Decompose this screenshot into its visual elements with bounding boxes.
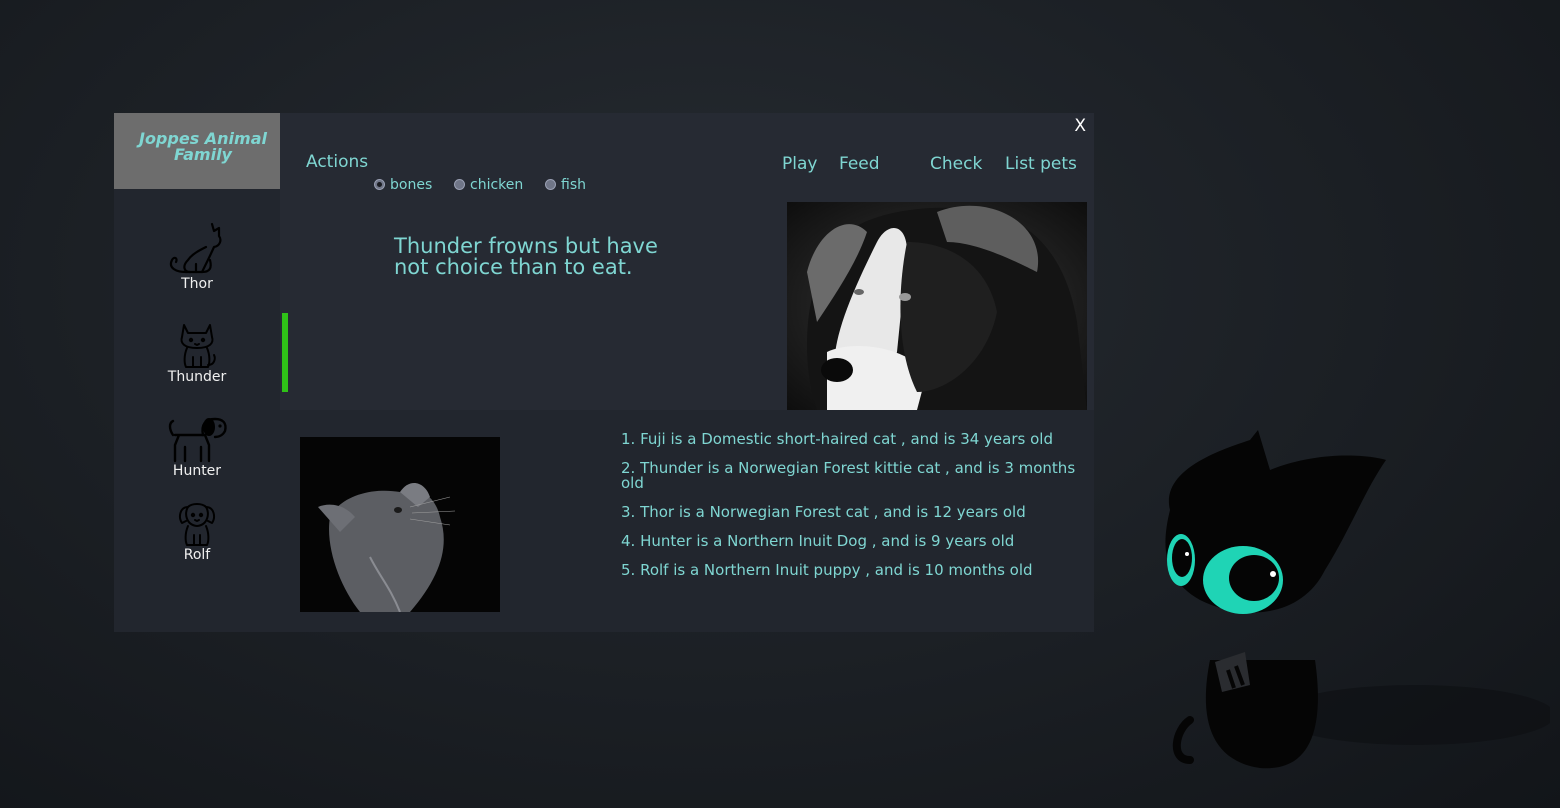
pet-name-label: Thunder — [167, 369, 227, 385]
radio-selected-icon — [374, 178, 385, 190]
radio-icon — [454, 178, 465, 190]
close-button[interactable]: X — [1074, 116, 1086, 136]
radio-label: fish — [561, 177, 586, 193]
sidebar-pet-hunter[interactable]: Hunter — [114, 415, 280, 479]
dog-photo — [787, 202, 1087, 410]
menu-check[interactable]: Check — [930, 154, 982, 174]
brand-line-2: Family — [174, 145, 232, 164]
list-item: 4. Hunter is a Northern Inuit Dog , and … — [621, 532, 1015, 550]
sitting-cat-icon — [169, 222, 222, 274]
cat-photo — [300, 437, 500, 612]
list-item: 3. Thor is a Norwegian Forest cat , and … — [621, 503, 1026, 521]
sidebar-pet-thor[interactable]: Thor — [114, 220, 280, 292]
actions-label: Actions — [306, 152, 369, 172]
radio-bones[interactable]: bones — [374, 177, 432, 193]
kitten-icon — [180, 324, 216, 368]
pet-name-label: Thor — [181, 276, 213, 292]
sidebar-pet-thunder[interactable]: Thunder — [114, 321, 280, 385]
menu-play[interactable]: Play — [782, 154, 817, 174]
radio-label: chicken — [470, 177, 524, 193]
pet-list: 1. Fuji is a Domestic short-haired cat ,… — [621, 432, 1091, 592]
puppy-icon — [179, 503, 215, 546]
menu-list-pets[interactable]: List pets — [1005, 154, 1077, 174]
wallpaper-cat-mascot — [1165, 430, 1550, 769]
radio-label: bones — [390, 177, 433, 193]
sidebar-pet-rolf[interactable]: Rolf — [114, 501, 280, 563]
pet-list-panel: 1. Fuji is a Domestic short-haired cat ,… — [280, 410, 1094, 632]
list-item: 1. Fuji is a Domestic short-haired cat ,… — [621, 430, 1053, 448]
status-bar — [282, 313, 288, 392]
pet-name-label: Rolf — [183, 547, 211, 563]
dog-icon — [168, 417, 227, 463]
action-message: Thunder frowns but have not choice than … — [394, 234, 658, 279]
app-window: Joppes Animal Family Thor Thunder Hunter… — [114, 113, 1094, 632]
list-item: 5. Rolf is a Northern Inuit puppy , and … — [621, 561, 1033, 579]
menu-feed[interactable]: Feed — [839, 154, 880, 174]
pet-name-label: Hunter — [172, 463, 222, 479]
radio-fish[interactable]: fish — [545, 177, 586, 193]
radio-icon — [545, 178, 556, 190]
app-brand-title: Joppes Animal Family — [114, 113, 280, 189]
actions-panel: X Actions Play Feed Check List pets bone… — [280, 113, 1094, 410]
list-item: 2. Thunder is a Norwegian Forest kittie … — [621, 459, 1076, 492]
radio-chicken[interactable]: chicken — [454, 177, 523, 193]
pet-sidebar: Thor Thunder Hunter Rolf — [114, 189, 280, 632]
